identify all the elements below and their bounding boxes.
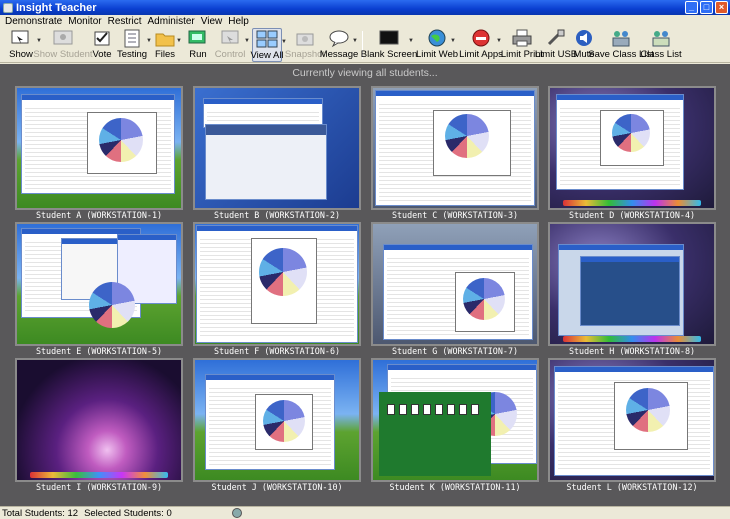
student-screen (15, 358, 183, 482)
student-thumbnail[interactable]: Student F (WORKSTATION-6) (193, 222, 361, 356)
usb-icon (544, 28, 568, 48)
menu-bar: Demonstrate Monitor Restrict Administer … (0, 15, 730, 27)
student-label: Student E (WORKSTATION-5) (35, 346, 163, 356)
student-label: Student I (WORKSTATION-9) (35, 482, 163, 492)
student-screen (193, 358, 361, 482)
limit-print-button[interactable]: Limit Print (501, 28, 543, 62)
close-button[interactable]: × (715, 1, 728, 14)
view-all-button[interactable]: View All ▼ (250, 28, 287, 62)
globe-icon (425, 28, 449, 48)
blank-screen-icon (377, 28, 401, 48)
student-label: Student K (WORKSTATION-11) (389, 482, 521, 492)
student-thumbnail[interactable]: Student D (WORKSTATION-4) (548, 86, 716, 220)
limit-apps-icon (469, 28, 493, 48)
selected-students-status: Selected Students: 0 (84, 507, 172, 519)
camera-icon (293, 28, 317, 48)
student-screen (548, 358, 716, 482)
student-thumbnail[interactable]: Student H (WORKSTATION-8) (548, 222, 716, 356)
save-class-list-icon (609, 28, 633, 48)
student-screen (193, 222, 361, 346)
show-student-button[interactable]: Show Student (33, 28, 93, 62)
menu-view[interactable]: View (198, 16, 226, 27)
student-thumbnail[interactable]: Student L (WORKSTATION-12) (548, 358, 716, 492)
view-all-icon (255, 29, 279, 49)
student-thumbnail[interactable]: Student C (WORKSTATION-3) (371, 86, 539, 220)
student-screen (15, 222, 183, 346)
printer-icon (510, 28, 534, 48)
control-button[interactable]: Control ▼ (215, 28, 250, 62)
menu-restrict[interactable]: Restrict (105, 16, 145, 27)
student-thumbnail[interactable]: Student E (WORKSTATION-5) (15, 222, 183, 356)
student-label: Student G (WORKSTATION-7) (391, 346, 519, 356)
student-thumbnail[interactable]: Student I (WORKSTATION-9) (15, 358, 183, 492)
limit-apps-button[interactable]: Limit Apps ▼ (459, 28, 503, 62)
save-class-list-button[interactable]: Save Class List (588, 28, 654, 62)
limit-usb-button[interactable]: Limit USB (535, 28, 577, 62)
student-thumbnail[interactable]: Student A (WORKSTATION-1) (15, 86, 183, 220)
minimize-button[interactable]: _ (685, 1, 698, 14)
speaker-icon (572, 28, 596, 48)
class-list-icon (649, 28, 673, 48)
run-icon (186, 28, 210, 48)
student-screen (548, 222, 716, 346)
student-label: Student A (WORKSTATION-1) (35, 210, 163, 220)
run-button[interactable]: Run (188, 28, 208, 62)
vote-icon (90, 28, 114, 48)
student-screen (371, 358, 539, 482)
total-students-status: Total Students: 12 (2, 507, 79, 519)
menu-help[interactable]: Help (225, 16, 252, 27)
student-screen (371, 222, 539, 346)
student-screen (15, 86, 183, 210)
limit-web-button[interactable]: Limit Web ▼ (416, 28, 458, 62)
student-label: Student J (WORKSTATION-10) (211, 482, 343, 492)
student-label: Student F (WORKSTATION-6) (213, 346, 341, 356)
menu-monitor[interactable]: Monitor (65, 16, 104, 27)
viewing-caption: Currently viewing all students... (292, 67, 438, 79)
testing-icon (120, 28, 144, 48)
class-list-button[interactable]: Class List (640, 28, 682, 62)
show-button[interactable]: Show ▼ (6, 28, 42, 62)
vote-button[interactable]: Vote (90, 28, 114, 62)
toolbar: Show ▼ Show Student Vote Testing ▼ Files ▼ … (0, 27, 730, 63)
student-label: Student L (WORKSTATION-12) (566, 482, 698, 492)
status-icon (232, 508, 242, 518)
files-button[interactable]: Files ▼ (153, 28, 182, 62)
student-screen (193, 86, 361, 210)
show-student-icon (51, 28, 75, 48)
student-label: Student B (WORKSTATION-2) (213, 210, 341, 220)
maximize-button[interactable]: □ (700, 1, 713, 14)
student-screen (371, 86, 539, 210)
blank-screen-button[interactable]: Blank Screen ▼ (361, 28, 417, 62)
student-label: Student H (WORKSTATION-8) (568, 346, 696, 356)
status-bar: Total Students: 12 Selected Students: 0 (0, 506, 730, 519)
menu-demonstrate[interactable]: Demonstrate (2, 16, 65, 27)
student-thumbnail[interactable]: Student K (WORKSTATION-11) (371, 358, 539, 492)
message-button[interactable]: Message ▼ (320, 28, 358, 62)
student-screen (548, 86, 716, 210)
testing-button[interactable]: Testing ▼ (117, 28, 152, 62)
title-bar: Insight Teacher _ □ × (0, 0, 730, 15)
menu-administer[interactable]: Administer (145, 16, 198, 27)
show-icon (9, 28, 33, 48)
folder-icon (153, 28, 177, 48)
student-label: Student D (WORKSTATION-4) (568, 210, 696, 220)
snapshot-button[interactable]: Snapshot (285, 28, 325, 62)
student-thumbnail[interactable]: Student J (WORKSTATION-10) (193, 358, 361, 492)
student-thumbnail[interactable]: Student G (WORKSTATION-7) (371, 222, 539, 356)
student-label: Student C (WORKSTATION-3) (391, 210, 519, 220)
control-icon (218, 28, 242, 48)
app-icon (3, 2, 13, 13)
window-title: Insight Teacher (16, 1, 97, 14)
message-icon (327, 28, 351, 48)
student-thumbnail[interactable]: Student B (WORKSTATION-2) (193, 86, 361, 220)
